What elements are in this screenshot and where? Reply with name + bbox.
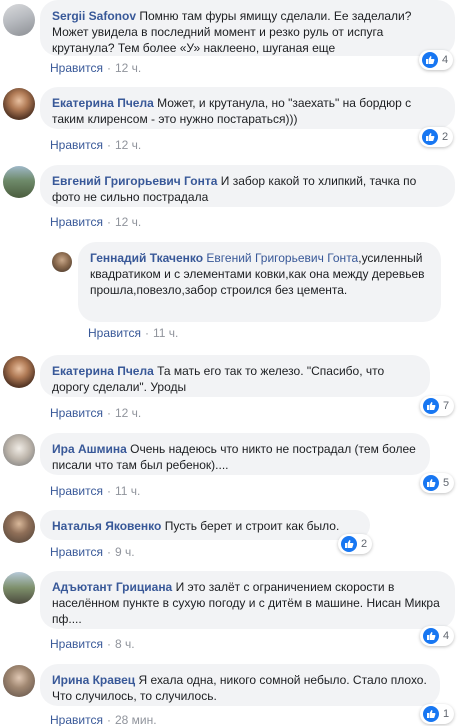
separator-dot: · bbox=[106, 215, 111, 229]
like-count: 2 bbox=[361, 538, 368, 550]
like-button[interactable]: Нравится bbox=[50, 61, 103, 75]
comment-bubble: Геннадий Ткаченко Евгений Григорьевич Го… bbox=[78, 242, 441, 322]
separator-dot: · bbox=[106, 61, 111, 75]
comment-time[interactable]: 28 мин. bbox=[115, 713, 157, 726]
reaction-count[interactable]: 2 bbox=[419, 127, 454, 147]
thumbs-up-icon bbox=[422, 52, 438, 68]
like-button[interactable]: Нравится bbox=[88, 326, 141, 340]
like-button[interactable]: Нравится bbox=[50, 545, 103, 559]
like-button[interactable]: Нравится bbox=[50, 484, 103, 498]
reaction-count[interactable]: 2 bbox=[338, 534, 373, 554]
thumbs-up-icon bbox=[423, 475, 439, 491]
reaction-count[interactable]: 1 bbox=[420, 704, 455, 724]
comment-bubble: Sergii Safonov Помню там фуры ямищу сдел… bbox=[40, 0, 455, 56]
comment-author[interactable]: Ира Ашмина bbox=[52, 442, 127, 456]
comment-time[interactable]: 11 ч. bbox=[153, 326, 178, 340]
thumbs-up-icon bbox=[423, 398, 439, 414]
like-button[interactable]: Нравится bbox=[50, 406, 103, 420]
comment-author[interactable]: Евгений Григорьевич Гонта bbox=[52, 174, 217, 188]
comment-author[interactable]: Наталья Яковенко bbox=[52, 519, 161, 533]
avatar[interactable] bbox=[3, 166, 35, 198]
separator-dot: · bbox=[106, 406, 111, 420]
avatar[interactable] bbox=[3, 4, 35, 36]
avatar[interactable] bbox=[3, 356, 35, 388]
comment-actions: Нравится · 28 мин. bbox=[50, 712, 157, 726]
thumbs-up-icon bbox=[423, 628, 439, 644]
comment-author[interactable]: Ирина Кравец bbox=[52, 673, 135, 687]
comment-bubble: Ирина Кравец Я ехала одна, никого сомной… bbox=[40, 664, 440, 706]
like-count: 1 bbox=[443, 708, 450, 720]
comment-actions: Нравится · 12 ч. bbox=[50, 214, 141, 230]
comment-actions: Нравится · 12 ч. bbox=[50, 137, 141, 153]
comment-bubble: Екатерина Пчела Та мать его так то желез… bbox=[40, 355, 430, 397]
mention-link[interactable]: Евгений Григорьевич Гонта bbox=[206, 251, 358, 265]
comment-time[interactable]: 8 ч. bbox=[115, 637, 135, 651]
like-button[interactable]: Нравится bbox=[50, 138, 103, 152]
comment-actions: Нравится · 11 ч. bbox=[50, 483, 140, 499]
reaction-count[interactable]: 4 bbox=[420, 626, 455, 646]
reaction-count[interactable]: 5 bbox=[420, 473, 455, 493]
comment-actions: Нравится · 11 ч. bbox=[88, 325, 178, 341]
thumbs-up-icon bbox=[423, 706, 439, 722]
comment-bubble: Адъютант Грициана И это залёт с ограниче… bbox=[40, 571, 455, 629]
comment-author[interactable]: Адъютант Грициана bbox=[52, 580, 172, 594]
avatar[interactable] bbox=[3, 665, 35, 697]
comment-bubble: Наталья Яковенко Пусть берет и строит ка… bbox=[40, 510, 370, 540]
separator-dot: · bbox=[106, 545, 111, 559]
separator-dot: · bbox=[144, 326, 149, 340]
comment-actions: Нравится · 8 ч. bbox=[50, 636, 135, 652]
separator-dot: · bbox=[106, 138, 111, 152]
like-button[interactable]: Нравится bbox=[50, 215, 103, 229]
reaction-count[interactable]: 7 bbox=[420, 396, 455, 416]
comment-author[interactable]: Геннадий Ткаченко bbox=[90, 251, 203, 265]
comment-actions: Нравится · 12 ч. bbox=[50, 60, 141, 76]
thumbs-up-icon bbox=[422, 129, 438, 145]
like-count: 5 bbox=[443, 477, 450, 489]
comment-bubble: Ира Ашмина Очень надеюсь что никто не по… bbox=[40, 433, 430, 475]
comment-time[interactable]: 12 ч. bbox=[115, 61, 141, 75]
avatar[interactable] bbox=[3, 434, 35, 466]
like-count: 2 bbox=[442, 131, 449, 143]
comment-time[interactable]: 11 ч. bbox=[115, 484, 140, 498]
thumbs-up-icon bbox=[341, 536, 357, 552]
avatar[interactable] bbox=[3, 88, 35, 120]
avatar[interactable] bbox=[3, 572, 35, 604]
comment-text: Пусть берет и строит как было. bbox=[164, 519, 340, 533]
like-count: 7 bbox=[443, 400, 450, 412]
comment-author[interactable]: Sergii Safonov bbox=[52, 9, 136, 23]
comment-time[interactable]: 12 ч. bbox=[115, 215, 141, 229]
comment-actions: Нравится · 12 ч. bbox=[50, 405, 141, 421]
comment-time[interactable]: 12 ч. bbox=[115, 406, 141, 420]
comment-time[interactable]: 9 ч. bbox=[115, 545, 135, 559]
reaction-count[interactable]: 4 bbox=[419, 50, 454, 70]
comment-author[interactable]: Екатерина Пчела bbox=[52, 96, 154, 110]
avatar[interactable] bbox=[52, 252, 72, 272]
comment-bubble: Евгений Григорьевич Гонта И забор какой … bbox=[40, 165, 455, 207]
like-button[interactable]: Нравится bbox=[50, 713, 103, 726]
separator-dot: · bbox=[106, 637, 111, 651]
comment-actions: Нравится · 9 ч. bbox=[50, 544, 135, 560]
separator-dot: · bbox=[106, 484, 111, 498]
comment-bubble: Екатерина Пчела Может, и крутанула, но "… bbox=[40, 87, 455, 129]
like-count: 4 bbox=[443, 630, 450, 642]
like-count: 4 bbox=[442, 54, 449, 66]
avatar[interactable] bbox=[3, 511, 35, 543]
like-button[interactable]: Нравится bbox=[50, 637, 103, 651]
comment-time[interactable]: 12 ч. bbox=[115, 138, 141, 152]
separator-dot: · bbox=[106, 713, 111, 726]
comment-author[interactable]: Екатерина Пчела bbox=[52, 364, 154, 378]
